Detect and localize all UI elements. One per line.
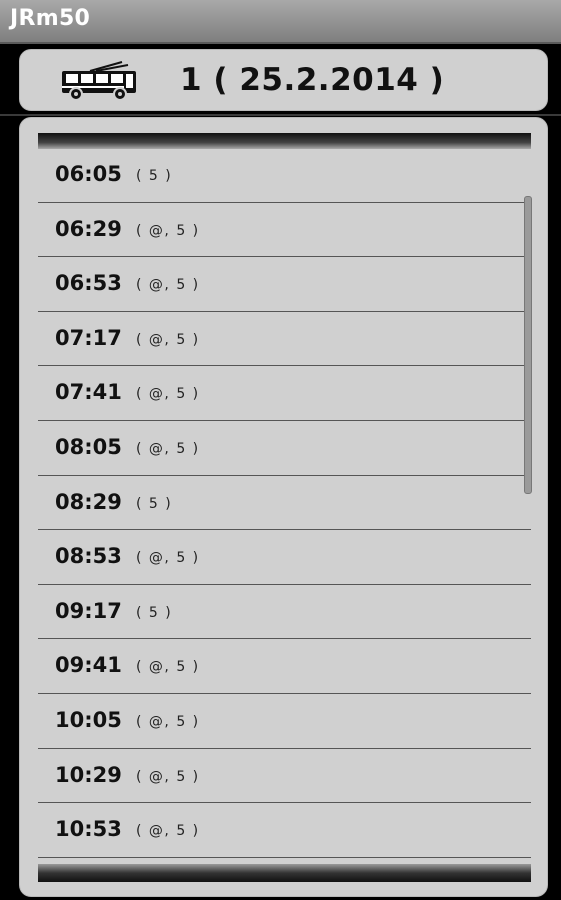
departure-time: 10:05: [55, 707, 122, 732]
departure-note: ( @, 5 ): [136, 768, 200, 785]
departure-note: ( @, 5 ): [136, 659, 200, 676]
departure-time: 10:53: [55, 817, 122, 842]
departure-row[interactable]: 06:29 ( @, 5 ): [38, 203, 531, 258]
departure-time: 08:29: [55, 489, 122, 514]
departure-time: 09:17: [55, 598, 122, 623]
header-divider: [0, 114, 561, 116]
departure-row[interactable]: 10:29 ( @, 5 ): [38, 749, 531, 804]
departure-row[interactable]: 07:41 ( @, 5 ): [38, 366, 531, 421]
departure-row[interactable]: 07:17 ( @, 5 ): [38, 312, 531, 367]
list-bottom-fade: [38, 864, 531, 882]
departure-row[interactable]: 08:05 ( @, 5 ): [38, 421, 531, 476]
departure-time: 08:53: [55, 544, 122, 569]
list-top-fade: [38, 133, 531, 149]
departure-note: ( @, 5 ): [136, 331, 200, 348]
departure-rows: 06:05( 5 ) 06:29( @, 5 ) 06:53( @, 5 ) 07:1…: [38, 148, 531, 858]
departure-row[interactable]: 09:17 ( 5 ): [38, 585, 531, 640]
departure-row[interactable]: 06:53 ( @, 5 ): [38, 257, 531, 312]
line-title: 1 ( 25.2.2014 ): [180, 62, 445, 98]
list-scrollbar[interactable]: [524, 196, 532, 494]
departure-note: ( @, 5 ): [136, 277, 200, 294]
departure-note: ( 5 ): [136, 495, 173, 512]
departure-note: ( @, 5 ): [136, 386, 200, 403]
departure-note: ( @, 5 ): [136, 713, 200, 730]
departure-note: ( 5 ): [136, 604, 173, 621]
departure-note: ( @, 5 ): [136, 222, 200, 239]
departure-time: 10:29: [55, 762, 122, 787]
line-header: 1 ( 25.2.2014 ): [19, 49, 548, 111]
departure-time: 06:29: [55, 216, 122, 241]
departure-time: 07:41: [55, 380, 122, 405]
app-title: JRm50: [10, 6, 91, 31]
departure-row[interactable]: 10:05 ( @, 5 ): [38, 694, 531, 749]
departure-note: ( @, 5 ): [136, 823, 200, 840]
departure-note: ( @, 5 ): [136, 440, 200, 457]
departure-note: ( @, 5 ): [136, 550, 200, 567]
departure-time: 07:17: [55, 325, 122, 350]
departure-row[interactable]: 10:53 ( @, 5 ): [38, 803, 531, 858]
departure-note: ( 5 ): [136, 168, 173, 184]
departure-time: 06:53: [55, 271, 122, 296]
trolleybus-icon: [60, 61, 138, 103]
departure-time: 06:05: [55, 162, 122, 186]
departure-row[interactable]: 06:05 ( 5 ): [38, 148, 531, 203]
departure-row[interactable]: 09:41 ( @, 5 ): [38, 639, 531, 694]
departure-row[interactable]: 08:29 ( 5 ): [38, 476, 531, 531]
departure-row[interactable]: 08:53 ( @, 5 ): [38, 530, 531, 585]
departures-list[interactable]: 06:05( 5 ) 06:29( @, 5 ) 06:53( @, 5 ) 07:1…: [19, 117, 548, 897]
departure-time: 08:05: [55, 434, 122, 459]
departure-time: 09:41: [55, 653, 122, 678]
title-bar: JRm50: [0, 0, 561, 44]
